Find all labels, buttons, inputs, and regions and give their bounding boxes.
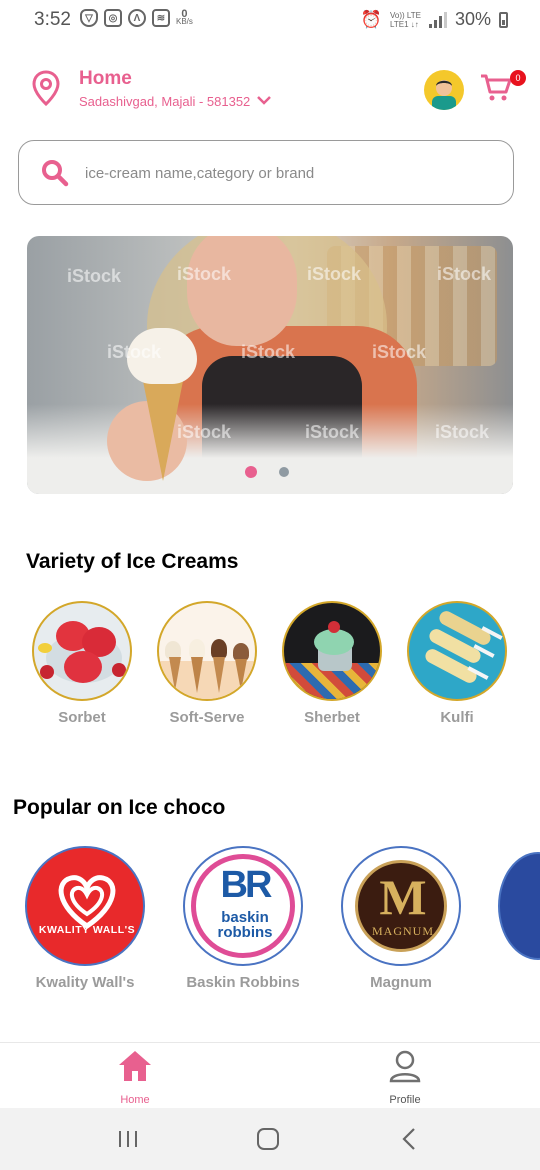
brand-kwality-walls[interactable]: KWALITY WALL'S Kwality Wall's xyxy=(25,846,145,991)
network-speed: 0 KB/s xyxy=(176,9,193,26)
user-avatar-icon xyxy=(432,80,456,110)
brand-label: Baskin Robbins xyxy=(186,974,300,991)
banner-watermark: iStock xyxy=(177,422,232,442)
signal-icon xyxy=(428,11,447,28)
category-image xyxy=(282,601,382,701)
brand-label: Magnum xyxy=(370,974,432,991)
battery-icon xyxy=(499,11,508,28)
category-kulfi[interactable]: Kulfi xyxy=(407,601,507,726)
nav-home[interactable]: Home xyxy=(95,1049,175,1106)
search-input[interactable] xyxy=(85,159,485,187)
category-sherbet[interactable]: Sherbet xyxy=(282,601,382,726)
brand-logo: M MAGNUM xyxy=(341,846,461,966)
location-address[interactable]: Sadashivgad, Majali - 581352 xyxy=(79,94,250,109)
brand-magnum[interactable]: M MAGNUM Magnum xyxy=(341,846,461,991)
brand-partial-next[interactable] xyxy=(498,846,540,960)
location-header: Home Sadashivgad, Majali - 581352 xyxy=(0,58,540,118)
banner-watermark: iStock xyxy=(307,264,362,284)
category-label: Sherbet xyxy=(304,709,360,726)
brand-logo: BR baskin robbins xyxy=(183,846,303,966)
nav-profile[interactable]: Profile xyxy=(365,1049,445,1106)
status-time: 3:52 xyxy=(34,9,71,30)
banner-watermark: iStock xyxy=(241,342,296,362)
popular-section-title: Popular on Ice choco xyxy=(13,796,226,819)
variety-section-title: Variety of Ice Creams xyxy=(26,550,239,573)
banner-watermark: iStock xyxy=(372,342,427,362)
back-icon[interactable] xyxy=(401,1127,417,1151)
category-sorbet[interactable]: Sorbet xyxy=(32,601,132,726)
kwality-walls-heart-icon xyxy=(58,875,116,930)
network-type: Vo)) LTE LTE1 ↓↑ xyxy=(390,11,421,29)
status-system-icons: ⏰ Vo)) LTE LTE1 ↓↑ 30% xyxy=(361,9,508,30)
category-label: Kulfi xyxy=(440,709,474,726)
system-navigation-bar xyxy=(0,1108,540,1170)
search-bar[interactable] xyxy=(18,140,514,205)
profile-icon xyxy=(389,1050,421,1083)
wifi-box-icon: ≋ xyxy=(152,9,170,27)
category-soft-serve[interactable]: Soft-Serve xyxy=(157,601,257,726)
brand-label: Kwality Wall's xyxy=(35,974,135,991)
network-top: Vo)) LTE xyxy=(389,10,421,20)
home-icon xyxy=(119,1051,151,1081)
promo-banner[interactable]: iStock iStock iStock iStock iStock iStoc… xyxy=(27,236,513,494)
battery-percent: 30% xyxy=(454,9,491,29)
network-bottom: LTE1 ↓↑ xyxy=(389,19,419,29)
home-button-icon[interactable] xyxy=(256,1127,280,1151)
brand-logo-text: MAGNUM xyxy=(371,924,434,938)
brand-logo-text: baskin robbins xyxy=(217,909,273,941)
banner-watermark: iStock xyxy=(177,264,232,284)
brand-baskin-robbins[interactable]: BR baskin robbins Baskin Robbins xyxy=(183,846,303,991)
cart-count-badge: 0 xyxy=(510,70,526,86)
carousel-indicator[interactable] xyxy=(245,466,289,478)
brand-logo-text: KWALITY WALL'S xyxy=(38,924,136,936)
nav-profile-label: Profile xyxy=(389,1094,421,1106)
banner-watermark: iStock xyxy=(305,422,360,442)
search-icon xyxy=(42,160,69,187)
brand-logo xyxy=(498,852,540,960)
category-image xyxy=(32,601,132,701)
chevron-down-icon[interactable] xyxy=(256,94,272,106)
brand-logo-text: BR xyxy=(220,864,273,906)
category-image xyxy=(157,601,257,701)
cart-icon[interactable] xyxy=(480,72,512,102)
alarm-icon: ⏰ xyxy=(360,9,382,29)
carousel-dot[interactable] xyxy=(279,467,289,477)
status-notification-icons: ▽ ◎ Λ ≋ 0 KB/s xyxy=(80,9,193,27)
carousel-dot-active[interactable] xyxy=(245,466,257,478)
instagram-icon: ◎ xyxy=(104,9,122,27)
brand-logo: KWALITY WALL'S xyxy=(25,846,145,966)
location-pin-icon[interactable] xyxy=(32,70,60,106)
category-image xyxy=(407,601,507,701)
speed-unit: KB/s xyxy=(176,17,193,26)
banner-watermark: iStock xyxy=(437,264,492,284)
category-label: Soft-Serve xyxy=(169,709,245,726)
bottom-navigation: Home Profile xyxy=(0,1042,540,1108)
app-a-icon: Λ xyxy=(128,9,146,27)
banner-counter xyxy=(27,404,513,494)
recent-apps-icon[interactable] xyxy=(116,1129,140,1149)
banner-watermark: iStock xyxy=(107,342,162,362)
category-label: Sorbet xyxy=(58,709,106,726)
banner-watermark: iStock xyxy=(435,422,490,442)
status-bar: 3:52 ▽ ◎ Λ ≋ 0 KB/s ⏰ Vo)) LTE LTE1 ↓↑ 3… xyxy=(0,0,540,40)
brand-logo-text: M xyxy=(379,869,427,925)
avatar[interactable] xyxy=(424,70,464,110)
banner-face xyxy=(187,236,297,346)
banner-watermark: iStock xyxy=(67,266,122,286)
brave-icon: ▽ xyxy=(80,9,98,27)
location-title[interactable]: Home xyxy=(79,68,132,90)
app-screen: 3:52 ▽ ◎ Λ ≋ 0 KB/s ⏰ Vo)) LTE LTE1 ↓↑ 3… xyxy=(0,0,540,1170)
nav-home-label: Home xyxy=(120,1094,150,1106)
